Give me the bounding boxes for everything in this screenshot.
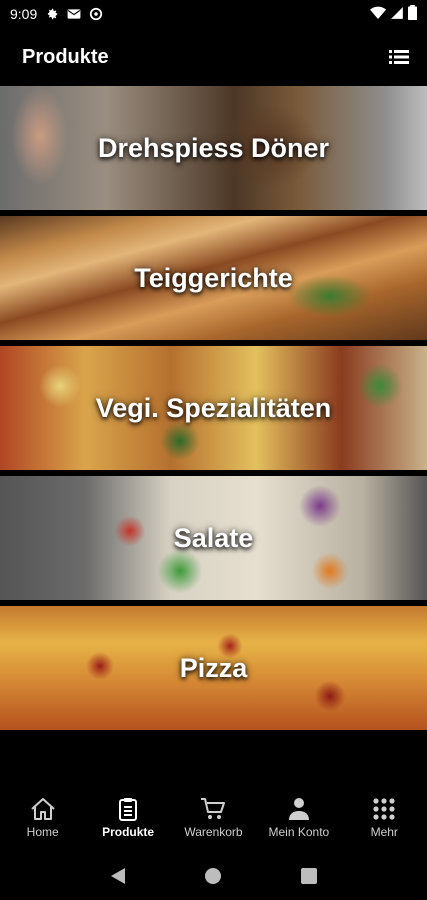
- wifi-icon: [370, 6, 386, 23]
- nav-label: Mein Konto: [268, 825, 330, 839]
- status-left: 9:09: [10, 6, 103, 22]
- category-label: Pizza: [179, 652, 248, 683]
- category-label: Salate: [173, 522, 254, 553]
- battery-icon: [408, 5, 417, 23]
- nav-label: Warenkorb: [184, 825, 243, 839]
- nav-label: Home: [26, 825, 59, 839]
- nav-home[interactable]: Home: [3, 797, 83, 839]
- category-doener[interactable]: Drehspiess Döner: [0, 86, 427, 210]
- category-label: Vegi. Spezialitäten: [95, 392, 332, 423]
- status-right: [370, 5, 417, 23]
- list-icon: [389, 50, 409, 64]
- list-view-button[interactable]: [385, 43, 413, 71]
- category-teiggerichte[interactable]: Teiggerichte: [0, 216, 427, 340]
- settings-icon: [89, 7, 103, 21]
- category-pizza[interactable]: Pizza: [0, 606, 427, 730]
- back-button[interactable]: [103, 861, 133, 891]
- clipboard-icon: [118, 797, 138, 821]
- app-bar: Produkte: [0, 28, 427, 86]
- cart-icon: [200, 797, 226, 821]
- nav-mehr[interactable]: Mehr: [344, 797, 424, 839]
- person-icon: [288, 797, 310, 821]
- bottom-nav: Home Produkte Warenkorb Mein Konto Mehr: [0, 788, 427, 848]
- back-triangle-icon: [110, 868, 125, 884]
- system-nav-bar: [0, 852, 427, 900]
- nav-mein-konto[interactable]: Mein Konto: [259, 797, 339, 839]
- status-bar: 9:09: [0, 0, 427, 28]
- home-icon: [30, 797, 56, 821]
- signal-icon: [390, 6, 404, 23]
- category-salate[interactable]: Salate: [0, 476, 427, 600]
- nav-label: Produkte: [102, 825, 155, 839]
- home-circle-icon: [205, 868, 222, 884]
- gear-icon: [45, 7, 59, 21]
- home-system-button[interactable]: [198, 861, 228, 891]
- gmail-icon: [67, 8, 81, 20]
- page-title: Produkte: [22, 45, 109, 68]
- recents-button[interactable]: [294, 861, 324, 891]
- category-label: Drehspiess Döner: [97, 132, 330, 163]
- category-label: Teiggerichte: [134, 262, 293, 293]
- nav-label: Mehr: [370, 825, 398, 839]
- category-list: Drehspiess Döner Teiggerichte Vegi. Spez…: [0, 86, 427, 736]
- grid-icon: [373, 797, 395, 821]
- category-vegi[interactable]: Vegi. Spezialitäten: [0, 346, 427, 470]
- recents-square-icon: [301, 868, 318, 884]
- nav-warenkorb[interactable]: Warenkorb: [173, 797, 253, 839]
- status-time: 9:09: [10, 6, 38, 22]
- nav-produkte[interactable]: Produkte: [88, 797, 168, 839]
